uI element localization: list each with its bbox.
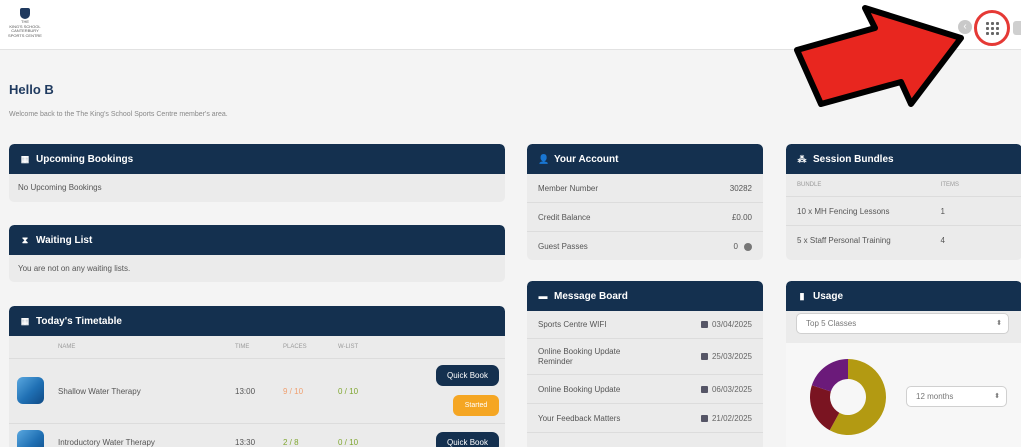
usage-chart-area: 12 months ⬍ (786, 343, 1021, 447)
account-row-member-number: Member Number 30282 (527, 174, 763, 203)
calendar-icon (700, 414, 708, 422)
quick-book-button[interactable]: Quick Book (436, 432, 499, 447)
message-item[interactable]: Sports Centre WIFI 03/04/2025 (527, 311, 763, 339)
upcoming-bookings-panel: ▦ Upcoming Bookings No Upcoming Bookings (9, 144, 505, 202)
timetable-row: Shallow Water Therapy 13:00 9 / 10 0 / 1… (9, 359, 505, 424)
message-item[interactable]: Your Feedback Matters 21/02/2025 (527, 404, 763, 433)
calendar-icon: ▦ (20, 153, 30, 164)
class-thumbnail (17, 377, 44, 404)
bundle-icon: ⁂ (797, 153, 807, 164)
started-badge: Started (453, 395, 499, 416)
timetable-panel: ▦ Today's Timetable NAME TIME PLACES W-L… (9, 306, 505, 447)
usage-panel: ▮ Usage Top 5 Classes ⬍ 12 months ⬍ (786, 281, 1021, 447)
account-row-credit-balance: Credit Balance £0.00 (527, 203, 763, 232)
donut-segment-2[interactable] (811, 359, 848, 392)
chevron-down-icon: ⬍ (996, 320, 1002, 327)
session-bundles-header: ⁂ Session Bundles (786, 144, 1021, 174)
crest-icon (20, 8, 30, 19)
waiting-list-header: ⧗ Waiting List (9, 225, 505, 255)
message-board-header: ▬ Message Board (527, 281, 763, 311)
class-filter-select[interactable]: Top 5 Classes ⬍ (796, 313, 1009, 334)
timetable-header: ▦ Today's Timetable (9, 306, 505, 336)
message-board-panel: ▬ Message Board Sports Centre WIFI 03/04… (527, 281, 763, 447)
message-item[interactable]: Online Booking Update Reminder 25/03/202… (527, 339, 763, 375)
chat-icon: ▬ (538, 291, 548, 301)
calendar-icon: ▦ (20, 315, 30, 326)
account-panel: 👤 Your Account Member Number 30282 Credi… (527, 144, 763, 260)
calendar-icon (700, 353, 708, 360)
period-select[interactable]: 12 months ⬍ (906, 386, 1007, 407)
page-title: Hello B (9, 82, 54, 97)
user-icon: 👤 (538, 153, 550, 164)
calendar-icon (700, 321, 708, 328)
usage-header: ▮ Usage (786, 281, 1021, 311)
school-logo[interactable]: THE KING'S SCHOOL CANTERBURY SPORTS CENT… (6, 8, 44, 46)
apps-menu-button[interactable] (974, 10, 1010, 46)
bundle-row: 10 x MH Fencing Lessons 1 (786, 197, 1021, 226)
timetable-column-headers: NAME TIME PLACES W-LIST (9, 336, 505, 359)
waiting-list-message: You are not on any waiting lists. (18, 264, 131, 273)
waiting-list-panel: ⧗ Waiting List You are not on any waitin… (9, 225, 505, 282)
timetable-row: Introductory Water Therapy 13:30 2 / 8 0… (9, 424, 505, 447)
calendar-icon (700, 385, 708, 393)
message-item[interactable]: Online Booking Update 06/03/2025 (527, 375, 763, 404)
account-row-guest-passes: Guest Passes 0 (527, 232, 763, 260)
chevron-down-icon: ⬍ (994, 393, 1000, 400)
upcoming-bookings-header: ▦ Upcoming Bookings (9, 144, 505, 174)
edge-icon (1013, 21, 1021, 35)
places-count: 9 / 10 (283, 387, 304, 396)
annotation-arrow (794, 5, 964, 107)
bundle-row: 5 x Staff Personal Training 4 (797, 236, 945, 245)
quick-book-button[interactable]: Quick Book (436, 365, 499, 386)
account-header: 👤 Your Account (527, 144, 763, 174)
hourglass-icon: ⧗ (21, 234, 29, 245)
usage-donut-chart (810, 359, 886, 435)
bar-chart-icon: ▮ (799, 290, 805, 301)
session-bundles-panel: ⁂ Session Bundles BUNDLE ITEMS 10 x MH F… (786, 144, 1021, 260)
grid-icon (986, 22, 999, 35)
class-thumbnail (17, 430, 44, 447)
bundles-column-headers: BUNDLE ITEMS (786, 174, 1021, 197)
places-count: 2 / 8 (283, 438, 299, 447)
welcome-text: Welcome back to the The King's School Sp… (9, 111, 228, 118)
coin-icon[interactable] (744, 242, 752, 251)
upcoming-bookings-message: No Upcoming Bookings (18, 183, 102, 192)
